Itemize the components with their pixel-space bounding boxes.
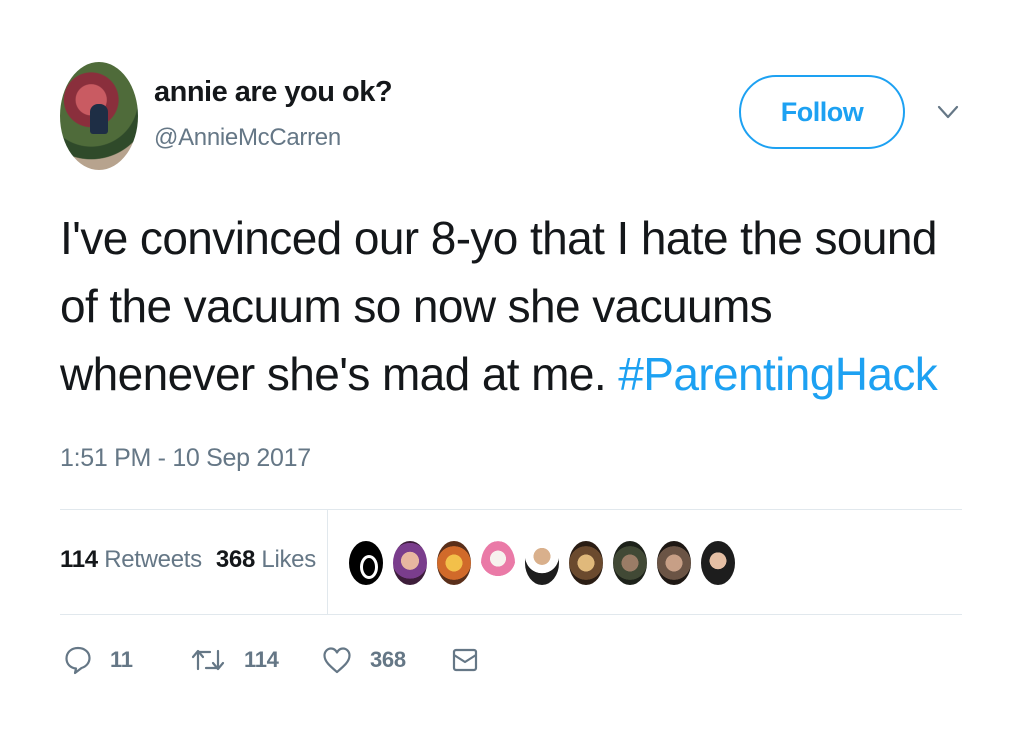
avatar-figure (90, 104, 108, 134)
retweet-button[interactable]: 114 (190, 646, 322, 674)
liker-avatar[interactable] (347, 539, 385, 587)
reply-icon (65, 646, 91, 675)
divider-top (60, 509, 962, 510)
liker-avatar[interactable] (611, 539, 649, 587)
liker-avatar[interactable] (479, 539, 517, 587)
reply-button[interactable]: 11 (64, 645, 190, 675)
tweet-text: I've convinced our 8-yo that I hate the … (60, 204, 970, 408)
liker-avatars (347, 539, 743, 587)
likes-label: Likes (261, 546, 316, 573)
tweet-timestamp[interactable]: 1:51 PM - 10 Sep 2017 (60, 444, 311, 473)
tweet-stats: 114 Retweets 368 Likes (60, 546, 316, 574)
liker-avatar[interactable] (391, 539, 429, 587)
author-handle[interactable]: @AnnieMcCarren (154, 124, 341, 152)
message-icon (452, 648, 478, 672)
direct-message-button[interactable] (452, 647, 478, 673)
likes-count: 368 (215, 546, 256, 573)
author-display-name[interactable]: annie are you ok? (154, 76, 393, 109)
like-count: 368 (370, 647, 406, 672)
author-avatar[interactable] (60, 62, 138, 170)
like-button[interactable]: 368 (322, 646, 452, 674)
heart-icon (323, 647, 351, 674)
liker-avatar[interactable] (655, 539, 693, 587)
tweet-actions: 11 114 368 (64, 645, 478, 675)
stats-divider (327, 510, 328, 614)
chevron-down-icon[interactable] (937, 104, 959, 120)
retweets-stat[interactable]: 114 Retweets (60, 546, 202, 573)
retweet-icon (191, 649, 225, 671)
liker-avatar[interactable] (435, 539, 473, 587)
retweets-count: 114 (60, 546, 98, 573)
retweet-count: 114 (244, 647, 279, 672)
retweets-label: Retweets (104, 546, 202, 573)
hashtag-link[interactable]: #ParentingHack (618, 348, 938, 400)
likes-stat[interactable]: 368 Likes (216, 546, 316, 573)
liker-avatar[interactable] (523, 539, 561, 587)
liker-avatar[interactable] (699, 539, 737, 587)
follow-button[interactable]: Follow (739, 75, 905, 149)
reply-count: 11 (110, 647, 133, 672)
divider-bottom (60, 614, 962, 615)
liker-avatar[interactable] (567, 539, 605, 587)
